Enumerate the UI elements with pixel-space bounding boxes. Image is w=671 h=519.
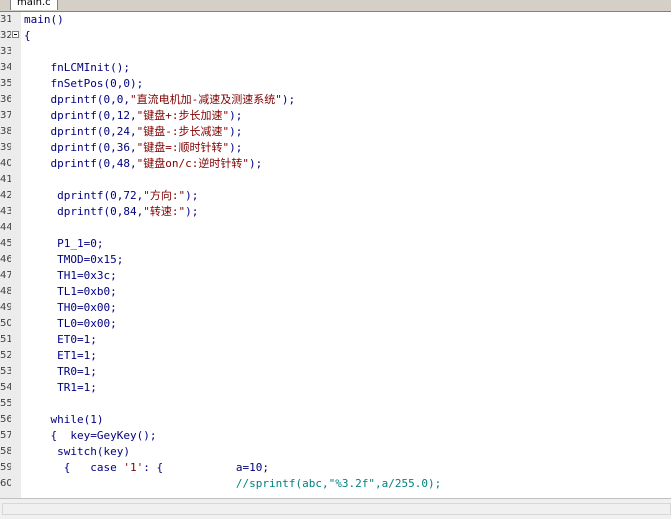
line-number: 60 xyxy=(0,478,11,489)
scrollbar-thumb[interactable] xyxy=(2,503,671,515)
code-text: TH0=0x00; xyxy=(24,301,117,314)
line-number: 42 xyxy=(0,190,11,201)
code-text: //sprintf(abc,"%3.2f",a/255.0); xyxy=(235,477,442,490)
line-number: 41 xyxy=(0,174,11,185)
code-text: { case '1': { a=10; xyxy=(24,461,270,474)
code-line[interactable]: 45 P1_1=0; xyxy=(0,236,671,252)
fold-toggle-icon[interactable] xyxy=(12,31,19,38)
line-number: 38 xyxy=(0,126,11,137)
code-line[interactable]: 56 while(1) xyxy=(0,412,671,428)
code-line[interactable]: 37 dprintf(0,12,"键盘+:步长加速"); xyxy=(0,108,671,124)
line-number: 47 xyxy=(0,270,11,281)
line-number: 52 xyxy=(0,350,11,361)
code-text: dprintf(0,0,"直流电机加-减速及测速系统"); xyxy=(24,93,296,106)
line-number: 45 xyxy=(0,238,11,249)
code-line[interactable]: 53 TR0=1; xyxy=(0,364,671,380)
code-text: TR0=1; xyxy=(24,365,97,378)
code-line[interactable]: 38 dprintf(0,24,"键盘-:步长减速"); xyxy=(0,124,671,140)
code-text: dprintf(0,12,"键盘+:步长加速"); xyxy=(24,109,243,122)
tab-main-c[interactable]: main.c xyxy=(10,0,58,10)
code-line[interactable]: 50 TL0=0x00; xyxy=(0,316,671,332)
code-text: TH1=0x3c; xyxy=(24,269,117,282)
horizontal-scrollbar[interactable] xyxy=(0,498,671,519)
line-number: 48 xyxy=(0,286,11,297)
code-line[interactable]: 59 { case '1': { a=10; xyxy=(0,460,671,476)
code-text: dprintf(0,72,"方向:"); xyxy=(24,189,199,202)
code-line[interactable]: 41 xyxy=(0,172,671,188)
line-number: 55 xyxy=(0,398,11,409)
code-line[interactable]: 52 ET1=1; xyxy=(0,348,671,364)
code-line[interactable]: 34 fnLCMInit(); xyxy=(0,60,671,76)
code-line[interactable]: 32 { xyxy=(0,28,671,44)
code-line[interactable]: 33 xyxy=(0,44,671,60)
line-number: 50 xyxy=(0,318,11,329)
code-line[interactable]: 42 dprintf(0,72,"方向:"); xyxy=(0,188,671,204)
code-text: dprintf(0,84,"转速:"); xyxy=(24,205,199,218)
line-number: 46 xyxy=(0,254,11,265)
code-line[interactable]: 54 TR1=1; xyxy=(0,380,671,396)
code-line[interactable]: 47 TH1=0x3c; xyxy=(0,268,671,284)
code-text: TL1=0xb0; xyxy=(24,285,117,298)
code-text: TL0=0x00; xyxy=(24,317,117,330)
line-number: 36 xyxy=(0,94,11,105)
code-line[interactable]: 31 main() xyxy=(0,12,671,28)
line-number: 51 xyxy=(0,334,11,345)
code-editor[interactable]: 31 main() 32{33 34 fnLCMInit(); 35 fnSetPos(… xyxy=(0,12,671,498)
code-line[interactable]: 58 switch(key) xyxy=(0,444,671,460)
line-number: 34 xyxy=(0,62,11,73)
line-number: 59 xyxy=(0,462,11,473)
code-text: { xyxy=(24,29,31,42)
code-text: fnLCMInit(); xyxy=(24,61,130,74)
code-text: TMOD=0x15; xyxy=(24,253,124,266)
code-text: main() xyxy=(24,13,64,26)
code-line[interactable]: 49 TH0=0x00; xyxy=(0,300,671,316)
line-number: 33 xyxy=(0,46,11,57)
code-text: fnSetPos(0,0); xyxy=(24,77,144,90)
code-line[interactable]: 43 dprintf(0,84,"转速:"); xyxy=(0,204,671,220)
code-text: while(1) xyxy=(24,413,104,426)
code-line[interactable]: 36 dprintf(0,0,"直流电机加-减速及测速系统"); xyxy=(0,92,671,108)
file-tab-bar: main.c xyxy=(0,0,671,12)
line-number: 39 xyxy=(0,142,11,153)
line-number: 58 xyxy=(0,446,11,457)
code-line[interactable]: 40 dprintf(0,48,"键盘on/c:逆时针转"); xyxy=(0,156,671,172)
code-line[interactable]: 55 xyxy=(0,396,671,412)
code-line[interactable]: 46 TMOD=0x15; xyxy=(0,252,671,268)
line-number: 35 xyxy=(0,78,11,89)
code-line[interactable]: 39 dprintf(0,36,"键盘=:顺时针转"); xyxy=(0,140,671,156)
code-line[interactable]: 51 ET0=1; xyxy=(0,332,671,348)
line-number: 37 xyxy=(0,110,11,121)
line-number: 53 xyxy=(0,366,11,377)
line-number: 40 xyxy=(0,158,11,169)
code-line[interactable]: 48 TL1=0xb0; xyxy=(0,284,671,300)
code-text: dprintf(0,48,"键盘on/c:逆时针转"); xyxy=(24,157,263,170)
line-number: 32 xyxy=(0,30,11,41)
code-text: ET1=1; xyxy=(24,349,97,362)
line-number: 54 xyxy=(0,382,11,393)
code-text: dprintf(0,36,"键盘=:顺时针转"); xyxy=(24,141,243,154)
code-text: ET0=1; xyxy=(24,333,97,346)
code-line[interactable]: 35 fnSetPos(0,0); xyxy=(0,76,671,92)
code-text: { key=GeyKey(); xyxy=(24,429,157,442)
code-text: TR1=1; xyxy=(24,381,97,394)
code-line[interactable]: 44 xyxy=(0,220,671,236)
code-line[interactable]: 60 //sprintf(abc,"%3.2f",a/255.0); xyxy=(0,476,671,492)
line-number: 31 xyxy=(0,14,11,25)
line-number: 44 xyxy=(0,222,11,233)
line-number: 56 xyxy=(0,414,11,425)
code-text: switch(key) xyxy=(24,445,130,458)
code-text: P1_1=0; xyxy=(24,237,104,250)
line-number: 43 xyxy=(0,206,11,217)
code-text: dprintf(0,24,"键盘-:步长减速"); xyxy=(24,125,243,138)
line-number: 57 xyxy=(0,430,11,441)
code-line[interactable]: 57 { key=GeyKey(); xyxy=(0,428,671,444)
line-number: 49 xyxy=(0,302,11,313)
